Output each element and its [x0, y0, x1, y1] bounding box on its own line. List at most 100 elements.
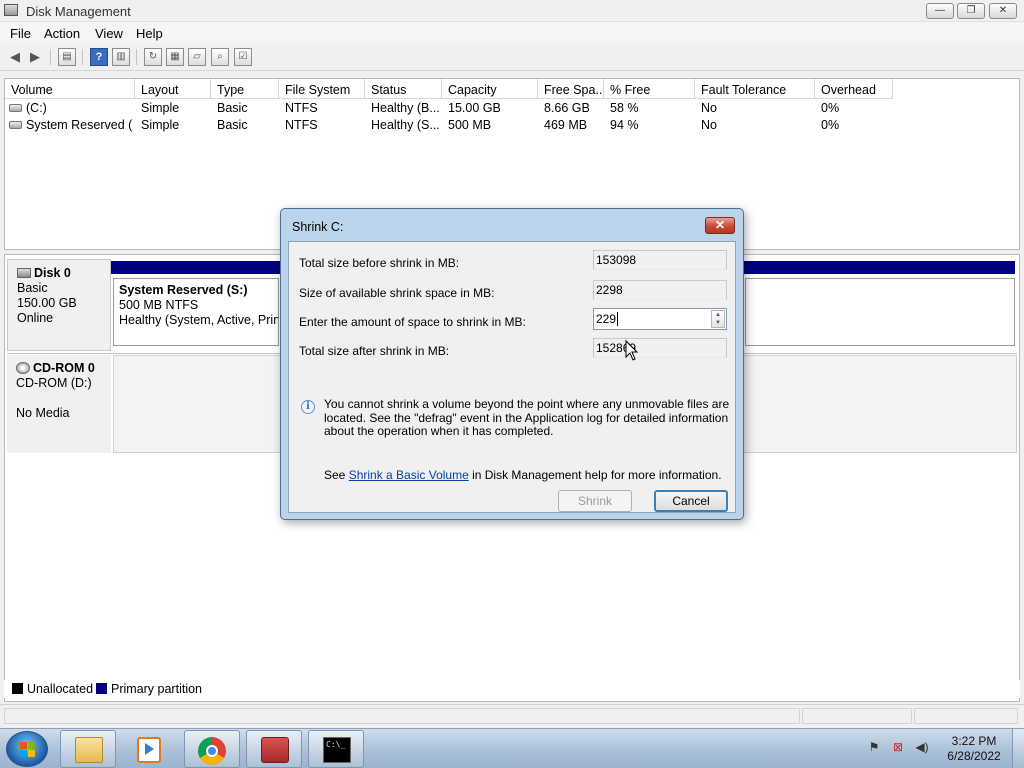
window-title: Disk Management — [26, 4, 131, 19]
cancel-button[interactable]: Cancel — [654, 490, 728, 512]
cdrom-media: No Media — [16, 406, 70, 420]
column-header-free-space[interactable]: Free Spa... — [538, 79, 604, 99]
help-icon[interactable]: ? — [90, 48, 108, 66]
taskbar-media-player[interactable] — [120, 730, 176, 768]
disk-size: 150.00 GB — [17, 296, 77, 310]
volume-icon[interactable]: ◀) — [914, 739, 930, 755]
toolbox-icon — [261, 737, 289, 763]
refresh-icon[interactable]: ↻ — [144, 48, 162, 66]
cell-fault-tolerance: No — [701, 118, 717, 132]
column-header-volume[interactable]: Volume — [5, 79, 135, 99]
column-header-status[interactable]: Status — [365, 79, 442, 99]
action-center-icon[interactable]: ⚑ — [866, 739, 882, 755]
total-size-before-label: Total size before shrink in MB: — [299, 256, 460, 270]
windows-logo-icon — [20, 742, 36, 758]
partition-name: System Reserved (S:) — [119, 283, 248, 297]
shrink-amount-input[interactable]: 229 ▲ ▼ — [593, 308, 727, 330]
disk-management-icon — [4, 4, 18, 16]
legend-primary-partition: Primary partition — [111, 682, 202, 696]
windows-explorer-icon — [75, 737, 103, 763]
shrink-basic-volume-link[interactable]: Shrink a Basic Volume — [349, 468, 469, 482]
cdrom-0-label[interactable]: CD-ROM 0 CD-ROM (D:) No Media — [7, 355, 111, 453]
menu-action[interactable]: Action — [44, 26, 80, 41]
cell-volume: (C:) — [9, 101, 133, 117]
toolbar-separator — [136, 49, 137, 65]
menu-help[interactable]: Help — [136, 26, 163, 41]
partition-system-reserved[interactable]: System Reserved (S:) 500 MB NTFS Healthy… — [113, 278, 279, 346]
cell-type: Basic — [217, 118, 248, 132]
volume-name: System Reserved (... — [26, 118, 133, 132]
show-hide-pane-icon[interactable]: ▥ — [112, 48, 130, 66]
dialog-title: Shrink C: — [292, 220, 344, 234]
column-header-capacity[interactable]: Capacity — [442, 79, 538, 99]
network-disconnected-icon[interactable]: ⊠ — [890, 739, 906, 755]
menu-bar: File Action View Help — [0, 22, 1024, 43]
start-button[interactable] — [6, 731, 48, 767]
cell-layout: Simple — [141, 101, 180, 115]
properties-pane-icon[interactable]: ▤ — [58, 48, 76, 66]
cell-percent-free: 58 % — [610, 101, 639, 115]
status-section — [914, 708, 1018, 724]
mouse-cursor-icon — [625, 339, 639, 361]
column-header-file-system[interactable]: File System — [279, 79, 365, 99]
restore-button[interactable]: ❐ — [957, 3, 985, 19]
cell-status: Healthy (B... — [371, 101, 440, 115]
menu-file[interactable]: File — [10, 26, 31, 41]
disk-0-label[interactable]: Disk 0 Basic 150.00 GB Online — [7, 259, 111, 351]
shrink-amount-stepper[interactable]: ▲ ▼ — [711, 310, 725, 328]
cmd-text: C:\_ — [326, 740, 346, 749]
explore-icon[interactable]: ⌕ — [211, 48, 229, 66]
column-header-type[interactable]: Type — [211, 79, 279, 99]
column-header-fault-tolerance[interactable]: Fault Tolerance — [695, 79, 815, 99]
open-icon[interactable]: ▱ — [188, 48, 206, 66]
column-header-percent-free[interactable]: % Free — [604, 79, 695, 99]
spin-up-icon[interactable]: ▲ — [712, 311, 724, 319]
show-desktop-button[interactable] — [1012, 729, 1024, 768]
forward-icon[interactable]: ▶ — [26, 48, 44, 66]
drive-icon — [9, 104, 22, 112]
unallocated-swatch — [12, 683, 23, 694]
cdrom-name: CD-ROM 0 — [33, 361, 95, 375]
cdrom-device: CD-ROM (D:) — [16, 376, 92, 390]
back-icon[interactable]: ◀ — [6, 48, 24, 66]
rescan-disks-icon[interactable]: ▦ — [166, 48, 184, 66]
column-header-overhead[interactable]: Overhead — [815, 79, 893, 99]
media-player-icon — [137, 737, 161, 763]
taskbar-command-prompt[interactable]: C:\_ — [308, 730, 364, 768]
info-icon: i — [301, 400, 315, 414]
spin-down-icon[interactable]: ▼ — [712, 319, 724, 327]
available-shrink-space-value: 2298 — [593, 280, 727, 300]
column-header-layout[interactable]: Layout — [135, 79, 211, 99]
cell-fault-tolerance: No — [701, 101, 717, 115]
cell-capacity: 15.00 GB — [448, 101, 501, 115]
taskbar-toolbox[interactable] — [246, 730, 302, 768]
properties-icon[interactable]: ☑ — [234, 48, 252, 66]
cell-status: Healthy (S... — [371, 118, 440, 132]
minimize-button[interactable]: — — [926, 3, 954, 19]
partition-c[interactable] — [745, 278, 1015, 346]
volume-name: (C:) — [26, 101, 47, 115]
drive-icon — [9, 121, 22, 129]
status-section — [4, 708, 800, 724]
taskbar-windows-explorer[interactable] — [60, 730, 116, 768]
shrink-button[interactable]: Shrink — [558, 490, 632, 512]
shrink-amount-value: 229 — [596, 312, 617, 326]
partition-status: Healthy (System, Active, Prima — [119, 313, 279, 327]
legend: Unallocated Primary partition — [4, 680, 1020, 698]
legend-unallocated: Unallocated — [27, 682, 94, 696]
disk-name: Disk 0 — [34, 266, 71, 280]
taskbar-chrome[interactable] — [184, 730, 240, 768]
clock-date: 6/28/2022 — [947, 749, 1001, 763]
cell-type: Basic — [217, 101, 248, 115]
cell-volume: System Reserved (... — [9, 118, 133, 134]
toolbar-separator — [82, 49, 83, 65]
cell-layout: Simple — [141, 118, 180, 132]
cell-percent-free: 94 % — [610, 118, 639, 132]
dialog-close-button[interactable]: ✕ — [705, 217, 735, 234]
menu-view[interactable]: View — [95, 26, 123, 41]
system-clock[interactable]: 3:22 PM 6/28/2022 — [942, 734, 1006, 764]
close-button[interactable]: ✕ — [989, 3, 1017, 19]
command-prompt-icon: C:\_ — [323, 737, 351, 763]
cell-file-system: NTFS — [285, 118, 318, 132]
shrink-amount-label: Enter the amount of space to shrink in M… — [299, 315, 526, 329]
